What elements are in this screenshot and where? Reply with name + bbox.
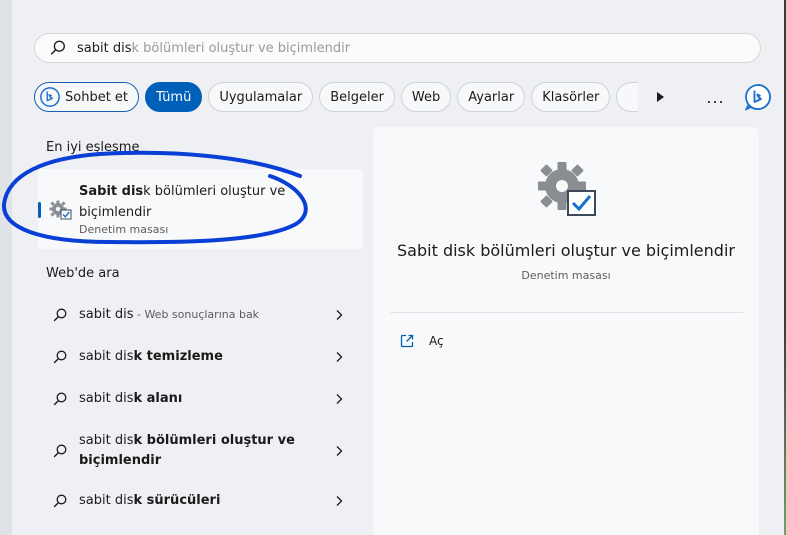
web-result-prefix: sabit dis: [79, 307, 134, 322]
filter-settings[interactable]: Ayarlar: [457, 82, 526, 112]
web-result-text: sabit disk temizleme: [79, 347, 329, 367]
best-match-subtitle: Denetim masası: [79, 223, 169, 236]
best-match-item[interactable]: Sabit disk bölümleri oluştur ve biçimlen…: [38, 169, 363, 249]
detail-divider: [390, 312, 743, 313]
chat-button-label: Sohbet et: [65, 89, 129, 105]
chevron-right-icon: [336, 446, 343, 456]
chevron-right-icon: [336, 394, 343, 404]
open-action[interactable]: Aç: [399, 333, 444, 349]
gear-checkbox-icon: [49, 200, 72, 220]
web-result-text: sabit disk bölümleri oluştur ve biçimlen…: [79, 431, 329, 471]
search-icon: [50, 40, 65, 55]
filter-folders-label: Klasörler: [542, 89, 600, 105]
search-icon: [53, 308, 67, 322]
chevron-right-icon: [336, 310, 343, 320]
filter-web-label: Web: [411, 89, 441, 105]
web-result-bold: k alanı: [133, 391, 183, 406]
web-result-item[interactable]: sabit disk bölümleri oluştur ve biçimlen…: [38, 431, 363, 471]
web-search-heading: Web'de ara: [46, 266, 120, 281]
filter-settings-label: Ayarlar: [468, 89, 515, 105]
web-result-item[interactable]: sabit disk sürücüleri: [38, 491, 363, 511]
filter-documents-label: Belgeler: [330, 89, 384, 105]
search-icon: [53, 444, 67, 458]
filter-overflow-chip[interactable]: [616, 82, 639, 112]
chevron-right-icon: [336, 496, 343, 506]
best-match-title-bold: Sabit dis: [79, 184, 144, 199]
filter-documents[interactable]: Belgeler: [319, 82, 395, 112]
play-icon[interactable]: [652, 89, 668, 105]
bing-icon[interactable]: [743, 82, 773, 112]
filter-web[interactable]: Web: [400, 82, 452, 112]
web-result-prefix: sabit dis: [79, 391, 134, 406]
web-result-prefix: sabit dis: [79, 493, 134, 508]
best-match-title: Sabit disk bölümleri oluştur ve biçimlen…: [79, 181, 339, 223]
search-typed-text: sabit dis: [77, 40, 132, 56]
filter-apps-label: Uygulamalar: [219, 89, 303, 105]
chevron-right-icon: [336, 352, 343, 362]
best-match-heading: En iyi eşleşme: [46, 140, 140, 155]
filter-all-label: Tümü: [156, 89, 192, 105]
web-result-item[interactable]: sabit disk alanı: [38, 389, 363, 409]
search-input[interactable]: sabit dis k bölümleri oluştur ve biçimlen…: [34, 33, 761, 63]
web-result-hint: - Web sonuçlarına bak: [133, 308, 260, 321]
filter-all[interactable]: Tümü: [145, 82, 203, 112]
bing-icon: [40, 87, 60, 107]
detail-subtitle: Denetim masası: [521, 269, 611, 282]
open-action-label: Aç: [429, 334, 444, 348]
web-result-item[interactable]: sabit dis - Web sonuçlarına bak: [38, 305, 363, 325]
selection-indicator: [38, 202, 41, 218]
web-result-text: sabit disk sürücüleri: [79, 491, 329, 511]
search-icon: [53, 494, 67, 508]
web-result-text: sabit dis - Web sonuçlarına bak: [79, 305, 329, 325]
web-result-prefix: sabit dis: [79, 433, 134, 448]
filter-folders[interactable]: Klasörler: [531, 82, 611, 112]
gear-checkbox-icon: [538, 162, 596, 216]
chat-button[interactable]: Sohbet et: [34, 82, 140, 112]
filter-bar: Sohbet et Tümü Uygulamalar Belgeler Web …: [34, 81, 773, 113]
detail-pane: Sabit disk bölümleri oluştur ve biçimlen…: [373, 127, 759, 535]
more-options-button[interactable]: ...: [706, 88, 724, 107]
filter-apps[interactable]: Uygulamalar: [208, 82, 314, 112]
web-result-prefix: sabit dis: [79, 349, 134, 364]
open-external-icon: [400, 334, 414, 348]
web-result-bold: k temizleme: [133, 349, 223, 364]
search-suggestion-text: k bölümleri oluştur ve biçimlendir: [131, 40, 351, 56]
search-icon: [53, 392, 67, 406]
web-result-item[interactable]: sabit disk temizleme: [38, 347, 363, 367]
search-icon: [53, 350, 67, 364]
detail-title: Sabit disk bölümleri oluştur ve biçimlen…: [397, 241, 735, 260]
web-result-text: sabit disk alanı: [79, 389, 329, 409]
web-result-bold: k sürücüleri: [133, 493, 221, 508]
